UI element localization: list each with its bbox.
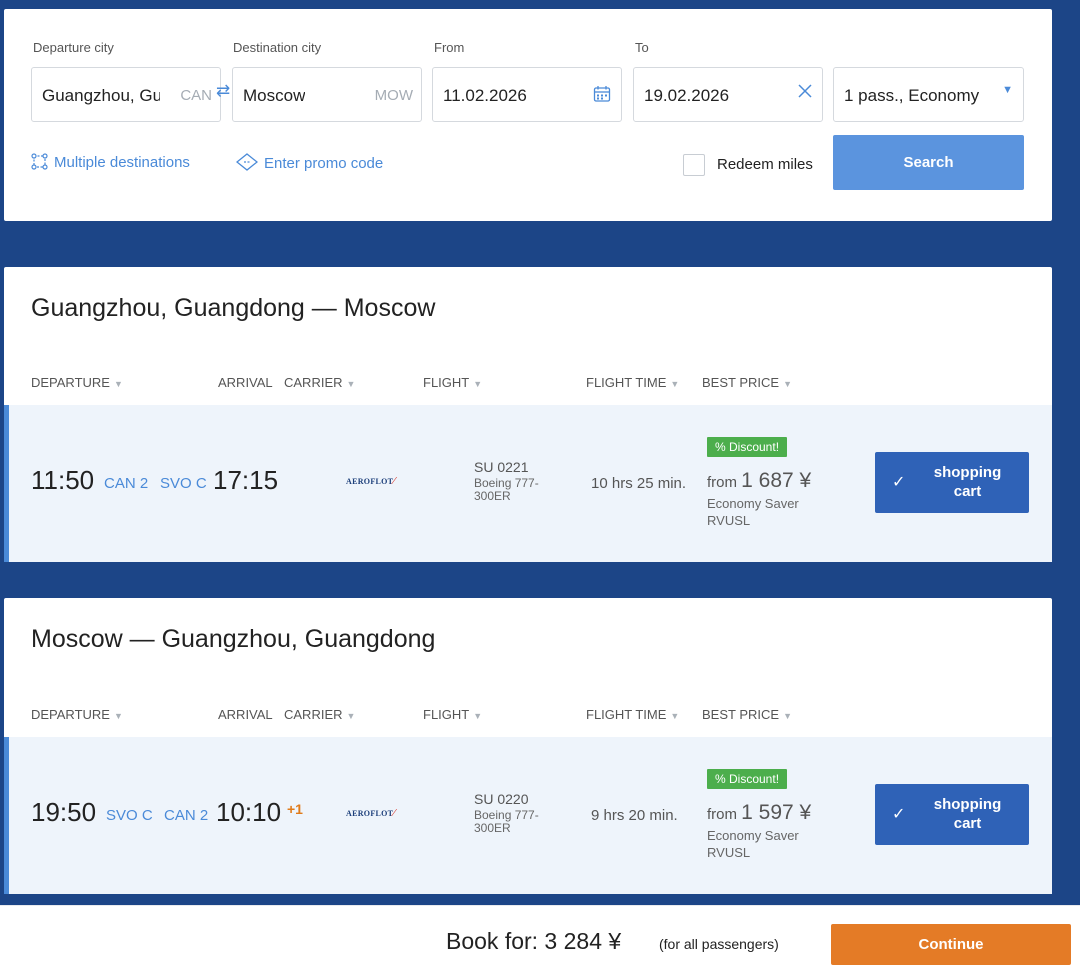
departure-airport: CAN 2 [104, 475, 149, 492]
departure-airport: SVO C [106, 807, 153, 824]
ticket-icon [235, 153, 259, 173]
destination-label: Destination city [233, 40, 322, 55]
sort-arrival[interactable]: ARRIVAL [218, 707, 273, 722]
departure-time: 11:50 [31, 465, 95, 495]
arrival-time: 10:10 [216, 797, 282, 827]
route-title: Guangzhou, Guangdong — Moscow [31, 294, 436, 322]
discount-badge: % Discount! [707, 769, 788, 789]
promo-code-link[interactable]: Enter promo code [235, 153, 384, 173]
aircraft-type: Boeing 777-300ER [474, 476, 539, 503]
destination-code: MOW [374, 87, 413, 104]
shopping-cart-label: shopping cart [933, 796, 1002, 832]
departure-time: 19:50 [31, 797, 97, 827]
sort-flight[interactable]: FLIGHT ▼ [423, 375, 482, 390]
aeroflot-logo: AEROFLOT⁄ [346, 807, 396, 819]
total-price: Book for: 3 284 ¥ [446, 928, 622, 954]
flight-duration: 9 hrs 20 min. [591, 807, 678, 824]
multiple-destinations-label: Multiple destinations [54, 154, 190, 171]
departure-code: CAN [180, 87, 212, 104]
arrival-time: 17:15 [213, 465, 279, 495]
check-icon: ✓ [892, 806, 906, 823]
multiple-destinations-link[interactable]: Multiple destinations [31, 153, 190, 172]
from-date-field[interactable]: 11.02.2026 [432, 67, 622, 122]
shopping-cart-button[interactable]: ✓ shopping cart [875, 784, 1029, 845]
shopping-cart-label: shopping cart [933, 464, 1002, 500]
flight-number: SU 0220 [474, 791, 529, 807]
sort-carrier[interactable]: CARRIER ▼ [284, 707, 355, 722]
departure-label: Departure city [33, 40, 114, 55]
to-date-field[interactable]: 19.02.2026 [633, 67, 823, 122]
sort-arrival[interactable]: ARRIVAL [218, 375, 273, 390]
route-title: Moscow — Guangzhou, Guangdong [31, 625, 436, 653]
fare-type: Economy Saver RVUSL [707, 496, 799, 528]
departure-city-field[interactable]: Guangzhou, Gu CAN [31, 67, 221, 122]
sort-departure[interactable]: DEPARTURE ▼ [31, 375, 123, 390]
best-price: from 1 687 ¥ [707, 469, 812, 492]
arrival-airport: SVO C [160, 475, 207, 492]
booking-footer: Book for: 3 284 ¥ (for all passengers) C… [0, 905, 1080, 978]
passengers-select[interactable]: 1 pass., Economy ▼ [833, 67, 1024, 122]
close-icon[interactable] [798, 84, 812, 103]
flight-number: SU 0221 [474, 459, 529, 475]
sort-departure[interactable]: DEPARTURE ▼ [31, 707, 123, 722]
calendar-icon[interactable] [593, 85, 611, 108]
check-icon: ✓ [892, 474, 906, 491]
route-card-return: Moscow — Guangzhou, Guangdong DEPARTURE ▼… [4, 598, 1052, 894]
to-label: To [635, 40, 649, 55]
next-day-indicator: +1 [287, 801, 303, 817]
search-button[interactable]: Search [833, 135, 1024, 190]
promo-code-label: Enter promo code [264, 155, 384, 172]
fare-type: Economy Saver RVUSL [707, 828, 799, 860]
caret-down-icon: ▼ [1002, 84, 1013, 96]
route-card-outbound: Guangzhou, Guangdong — Moscow DEPARTURE ▼… [4, 267, 1052, 562]
redeem-miles-checkbox[interactable] [683, 154, 705, 176]
destination-city-field[interactable]: Moscow MOW [232, 67, 422, 122]
departure-city-value: Guangzhou, Gu [42, 86, 160, 105]
arrival-airport: CAN 2 [164, 807, 209, 824]
sort-flight-time[interactable]: FLIGHT TIME ▼ [586, 375, 679, 390]
sort-flight[interactable]: FLIGHT ▼ [423, 707, 482, 722]
total-price-note: (for all passengers) [659, 936, 779, 952]
passengers-value: 1 pass., Economy [844, 86, 980, 105]
destination-city-value: Moscow [243, 86, 306, 105]
sort-best-price[interactable]: BEST PRICE ▼ [702, 707, 792, 722]
flight-duration: 10 hrs 25 min. [591, 475, 687, 492]
sort-best-price[interactable]: BEST PRICE ▼ [702, 375, 792, 390]
flight-row[interactable]: 19:50 SVO C CAN 2 10:10 +1 AEROFLOT⁄ SU … [4, 737, 1052, 894]
sort-carrier[interactable]: CARRIER ▼ [284, 375, 355, 390]
best-price: from 1 597 ¥ [707, 801, 812, 824]
to-date-value: 19.02.2026 [644, 86, 730, 105]
shopping-cart-button[interactable]: ✓ shopping cart [875, 452, 1029, 513]
from-label: From [434, 40, 465, 55]
multiple-destinations-icon [31, 153, 48, 172]
swap-arrows-icon[interactable]: ⇄ [216, 81, 230, 101]
search-panel: Departure city Destination city From To … [4, 9, 1052, 221]
aeroflot-logo: AEROFLOT⁄ [346, 475, 396, 487]
sort-flight-time[interactable]: FLIGHT TIME ▼ [586, 707, 679, 722]
aircraft-type: Boeing 777-300ER [474, 808, 539, 835]
discount-badge: % Discount! [707, 437, 788, 457]
from-date-value: 11.02.2026 [443, 86, 527, 105]
flight-row[interactable]: 11:50 CAN 2 SVO C 17:15 AEROFLOT⁄ SU 022… [4, 405, 1052, 562]
redeem-miles-label: Redeem miles [717, 156, 813, 173]
continue-button[interactable]: Continue [831, 924, 1071, 965]
